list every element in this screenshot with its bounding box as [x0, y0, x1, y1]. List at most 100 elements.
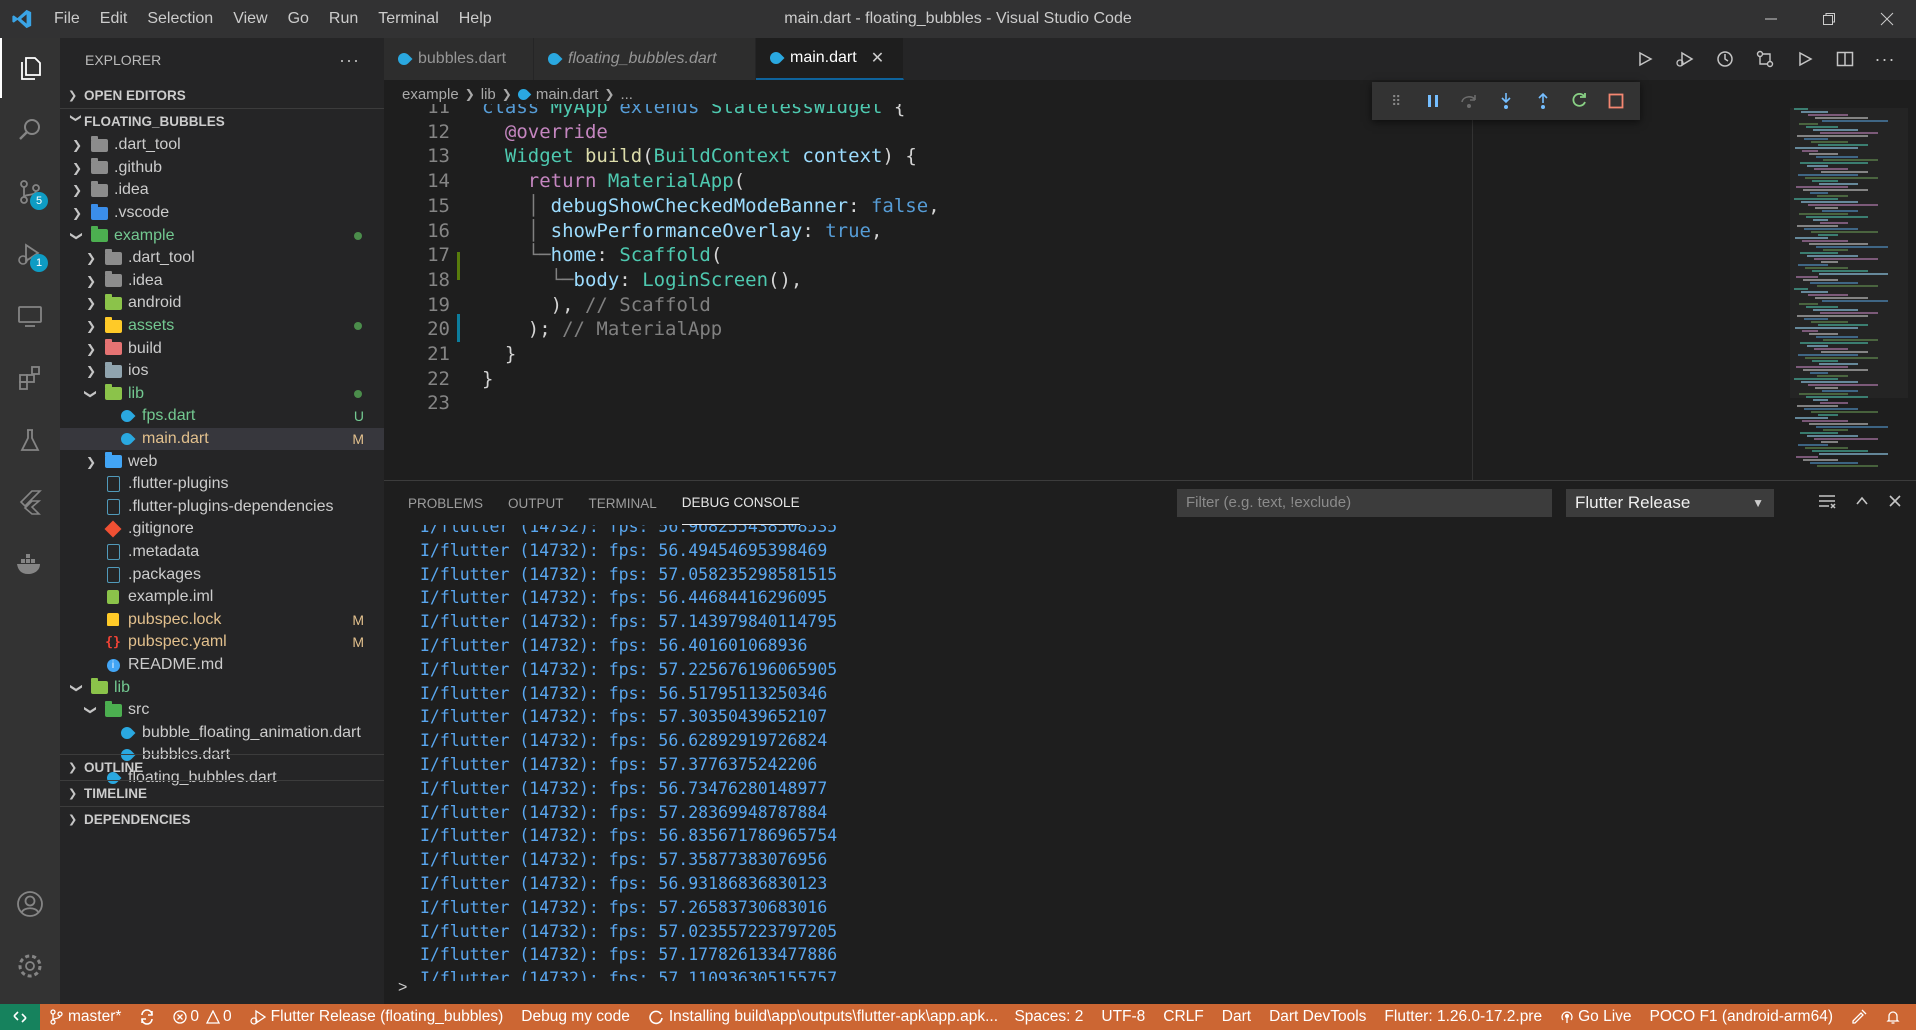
more-actions-icon[interactable]: ···: [1872, 49, 1898, 70]
tree-file[interactable]: fps.dart U: [60, 405, 384, 428]
chevron-right-icon[interactable]: ❯: [84, 296, 98, 310]
close-panel-icon[interactable]: [1888, 493, 1902, 513]
tab-debug-console[interactable]: DEBUG CONSOLE: [681, 481, 800, 525]
tree-file[interactable]: .metadata: [60, 541, 384, 564]
tree-folder[interactable]: ❯ build: [60, 337, 384, 360]
search-icon[interactable]: [0, 100, 60, 160]
source-control-icon[interactable]: 5: [0, 162, 60, 222]
feedback-icon[interactable]: [1842, 1004, 1876, 1030]
tree-folder[interactable]: ❯ android: [60, 292, 384, 315]
open-editors-section[interactable]: ❯ OPEN EDITORS: [60, 82, 384, 108]
run-debug-icon[interactable]: 1: [0, 224, 60, 284]
chevron-right-icon[interactable]: ❯: [84, 319, 98, 333]
history-icon[interactable]: [1712, 50, 1738, 68]
end-of-line[interactable]: CRLF: [1154, 1004, 1212, 1030]
tree-file[interactable]: pubspec.lock M: [60, 609, 384, 632]
tree-file[interactable]: .packages: [60, 563, 384, 586]
minimap[interactable]: [1790, 108, 1908, 480]
menu-item-file[interactable]: File: [44, 10, 90, 28]
debug-console-output[interactable]: I/flutter (14732): fps: 56.9682554385085…: [384, 525, 1916, 981]
chevron-right-icon[interactable]: ❯: [70, 206, 84, 220]
tree-folder[interactable]: ❯ example: [60, 224, 384, 247]
flutter-icon[interactable]: [0, 472, 60, 532]
open-changes-icon[interactable]: [1752, 50, 1778, 68]
step-out-icon[interactable]: [1530, 88, 1556, 114]
remote-indicator-icon[interactable]: [0, 1004, 40, 1030]
timeline-section[interactable]: ❯ TIMELINE: [60, 780, 384, 806]
tree-file[interactable]: .gitignore: [60, 518, 384, 541]
chevron-right-icon[interactable]: ❯: [84, 251, 98, 265]
menu-item-help[interactable]: Help: [449, 10, 502, 28]
debug-session-status[interactable]: Flutter Release (floating_bubbles): [241, 1004, 513, 1030]
tree-folder[interactable]: ❯ .vscode: [60, 202, 384, 225]
console-filter-input[interactable]: Filter (e.g. text, !exclude): [1177, 489, 1552, 517]
menu-item-terminal[interactable]: Terminal: [368, 10, 448, 28]
tree-folder[interactable]: ❯ .dart_tool: [60, 134, 384, 157]
split-editor-icon[interactable]: [1832, 51, 1858, 67]
outline-section[interactable]: ❯ OUTLINE: [60, 754, 384, 780]
minimize-icon[interactable]: [1742, 0, 1800, 38]
tab-main-dart[interactable]: main.dart ✕: [756, 38, 904, 80]
tab-bubbles-dart[interactable]: bubbles.dart: [384, 38, 534, 80]
chevron-right-icon[interactable]: ❯: [84, 364, 98, 378]
breadcrumb-item[interactable]: lib: [481, 86, 496, 103]
clear-console-icon[interactable]: [1818, 493, 1836, 514]
menu-item-edit[interactable]: Edit: [90, 10, 138, 28]
step-into-icon[interactable]: [1493, 88, 1519, 114]
problems-indicator[interactable]: 0 0: [164, 1004, 240, 1030]
chevron-right-icon[interactable]: ❯: [70, 138, 84, 152]
menu-item-run[interactable]: Run: [319, 10, 368, 28]
tree-file[interactable]: example.iml: [60, 586, 384, 609]
dependencies-section[interactable]: ❯ DEPENDENCIES: [60, 806, 384, 832]
indentation[interactable]: Spaces: 2: [1005, 1004, 1092, 1030]
more-actions-icon[interactable]: ···: [339, 50, 360, 71]
debug-my-code[interactable]: Debug my code: [512, 1004, 639, 1030]
device-selector[interactable]: POCO F1 (android-arm64): [1641, 1004, 1842, 1030]
close-window-icon[interactable]: [1858, 0, 1916, 38]
tree-folder[interactable]: ❯ src: [60, 699, 384, 722]
tree-folder[interactable]: ❯ lib: [60, 383, 384, 406]
tree-folder[interactable]: ❯ .idea: [60, 270, 384, 293]
tab-terminal[interactable]: TERMINAL: [589, 481, 657, 525]
accounts-icon[interactable]: [0, 874, 60, 934]
run-without-debug-icon[interactable]: [1632, 51, 1658, 67]
explorer-icon[interactable]: [0, 38, 60, 98]
tree-file[interactable]: bubble_floating_animation.dart: [60, 722, 384, 745]
tree-folder[interactable]: ❯ assets: [60, 315, 384, 338]
chevron-right-icon[interactable]: ❯: [70, 183, 84, 197]
tree-file[interactable]: main.dart M: [60, 427, 384, 451]
chevron-down-icon[interactable]: ❯: [70, 681, 84, 695]
breadcrumb-item[interactable]: main.dart: [536, 86, 599, 103]
notifications-bell-icon[interactable]: [1876, 1004, 1910, 1030]
menu-item-selection[interactable]: Selection: [137, 10, 223, 28]
console-prompt[interactable]: >: [398, 979, 407, 997]
progress-status[interactable]: Installing build\app\outputs\flutter-apk…: [639, 1004, 1007, 1030]
chevron-right-icon[interactable]: ❯: [84, 342, 98, 356]
chevron-right-icon[interactable]: ❯: [84, 274, 98, 288]
drag-handle-icon[interactable]: ⠿: [1383, 88, 1409, 114]
close-tab-icon[interactable]: ✕: [871, 48, 884, 68]
run-icon[interactable]: [1792, 51, 1818, 67]
chevron-right-icon[interactable]: ❯: [70, 161, 84, 175]
breadcrumb-item[interactable]: example: [402, 86, 459, 103]
debug-file-icon[interactable]: [1672, 51, 1698, 67]
manage-gear-icon[interactable]: [0, 936, 60, 996]
code-editor[interactable]: 11 class MyApp extends StatelessWidget {1…: [384, 104, 1784, 480]
tree-folder[interactable]: ❯ ios: [60, 360, 384, 383]
extensions-icon[interactable]: [0, 348, 60, 408]
maximize-panel-icon[interactable]: [1854, 493, 1870, 514]
tree-file[interactable]: i README.md: [60, 654, 384, 677]
restart-icon[interactable]: [1566, 88, 1592, 114]
step-over-icon[interactable]: [1456, 88, 1482, 114]
tree-folder[interactable]: ❯ .dart_tool: [60, 247, 384, 270]
stop-icon[interactable]: [1603, 88, 1629, 114]
tree-file[interactable]: {} pubspec.yaml M: [60, 631, 384, 654]
workspace-section[interactable]: ❯ FLOATING_BUBBLES: [60, 108, 384, 134]
encoding[interactable]: UTF-8: [1092, 1004, 1154, 1030]
chevron-down-icon[interactable]: ❯: [70, 229, 84, 243]
debug-session-select[interactable]: Flutter Release ▼: [1566, 489, 1774, 517]
pause-icon[interactable]: [1420, 88, 1446, 114]
go-live[interactable]: Go Live: [1551, 1004, 1640, 1030]
tab-floating-bubbles-dart[interactable]: floating_bubbles.dart: [534, 38, 756, 80]
chevron-down-icon[interactable]: ❯: [84, 703, 98, 717]
